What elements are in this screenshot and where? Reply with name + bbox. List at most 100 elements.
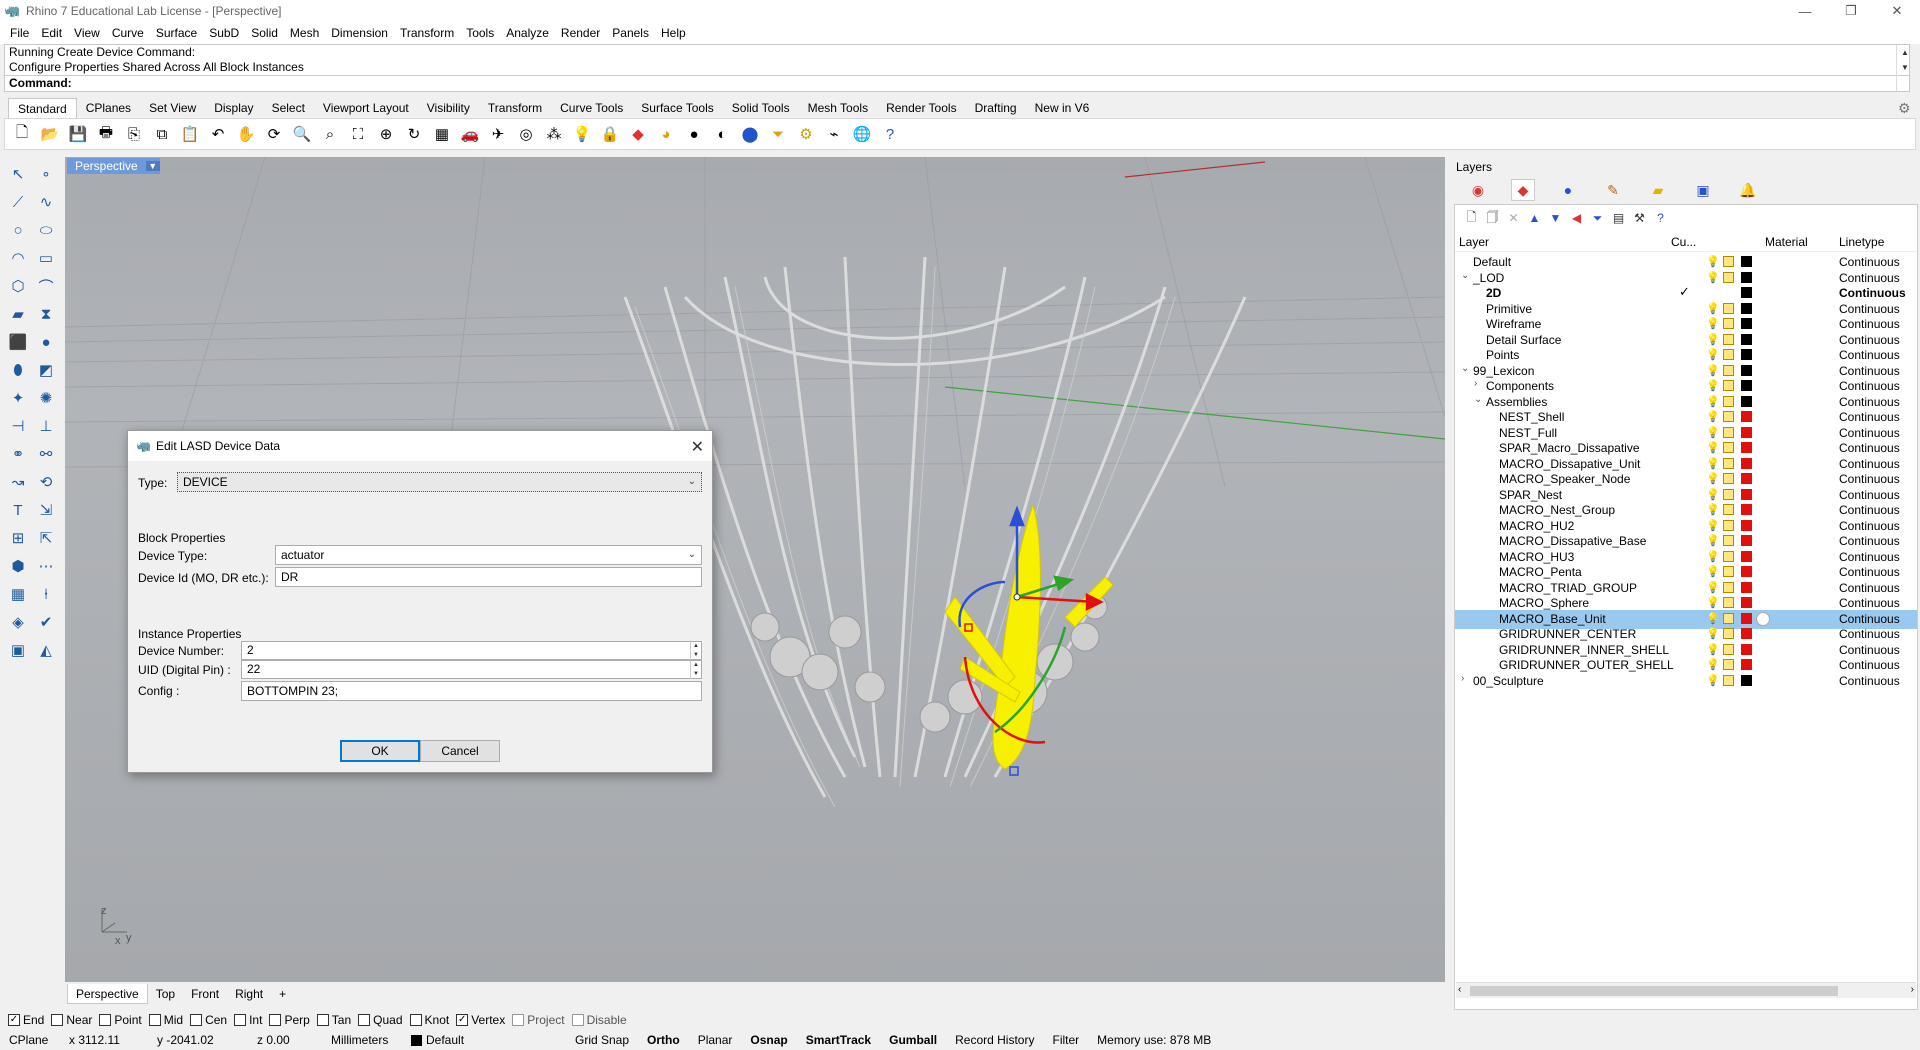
- curve-icon[interactable]: ∿: [32, 188, 60, 216]
- visibility-bulb-icon[interactable]: 💡: [1706, 395, 1720, 408]
- visibility-bulb-icon[interactable]: 💡: [1706, 271, 1720, 284]
- column-material[interactable]: Material: [1765, 235, 1808, 249]
- layer-color-swatch[interactable]: [1741, 674, 1752, 686]
- materials-icon[interactable]: ●: [1556, 179, 1580, 201]
- lock-icon[interactable]: [1723, 519, 1734, 531]
- layer-color-swatch[interactable]: [1741, 380, 1752, 391]
- layer-linetype[interactable]: Continuous: [1839, 317, 1900, 331]
- parent-icon[interactable]: ◀: [1568, 210, 1585, 227]
- copy-icon[interactable]: ⧉: [149, 121, 175, 147]
- analyze-icon[interactable]: ⍿: [32, 580, 60, 608]
- layer-color-swatch[interactable]: [1741, 457, 1752, 469]
- tab-solid-tools[interactable]: Solid Tools: [723, 98, 799, 118]
- surface-icon[interactable]: ▰: [4, 300, 32, 328]
- render-icon[interactable]: ◈: [4, 608, 32, 636]
- visibility-bulb-icon[interactable]: 💡: [1706, 643, 1720, 656]
- four-views-icon[interactable]: ▦: [429, 121, 455, 147]
- lock-icon[interactable]: [1723, 349, 1734, 360]
- new-sublayer-icon[interactable]: 🗍: [1484, 210, 1501, 227]
- type-select[interactable]: DEVICE ⌄: [177, 472, 702, 492]
- lock-icon[interactable]: [1723, 550, 1734, 562]
- layer-linetype[interactable]: Continuous: [1839, 379, 1900, 393]
- tab-render-tools[interactable]: Render Tools: [877, 98, 966, 118]
- document-icon[interactable]: ▤: [1610, 210, 1627, 227]
- color-wheel-icon[interactable]: ◉: [1466, 179, 1490, 201]
- layer-linetype[interactable]: Continuous: [1839, 348, 1900, 362]
- menu-dimension[interactable]: Dimension: [325, 26, 394, 40]
- layer-linetype[interactable]: Continuous: [1839, 519, 1900, 533]
- polyline-icon[interactable]: ⟋: [4, 188, 32, 216]
- gear-icon[interactable]: ⚙: [1898, 100, 1914, 116]
- layer-name[interactable]: 99_Lexicon: [1473, 364, 1534, 378]
- globe-icon[interactable]: 🌐: [849, 121, 875, 147]
- fillet-icon[interactable]: ⌒: [32, 272, 60, 300]
- checkbox[interactable]: [409, 1014, 422, 1026]
- layer-linetype[interactable]: Continuous: [1839, 302, 1900, 316]
- lock-icon[interactable]: [1723, 426, 1734, 438]
- osnap-vertex[interactable]: ✓ Vertex: [456, 1013, 505, 1027]
- visibility-bulb-icon[interactable]: 💡: [1706, 658, 1720, 671]
- layer-linetype[interactable]: Continuous: [1839, 550, 1900, 564]
- layer-color-swatch[interactable]: [1741, 302, 1752, 314]
- text-icon[interactable]: T: [4, 496, 32, 524]
- cylinder-icon[interactable]: ⬮: [4, 356, 32, 384]
- lock-icon[interactable]: [1723, 504, 1734, 515]
- column-layer[interactable]: Layer: [1459, 235, 1489, 249]
- group-icon[interactable]: ⚭: [4, 440, 32, 468]
- scroll-right-icon[interactable]: ›: [1911, 984, 1914, 995]
- viewport-title-tab[interactable]: Perspective ▼: [67, 158, 160, 174]
- layer-name[interactable]: MACRO_Penta: [1499, 565, 1582, 579]
- layer-linetype[interactable]: Continuous: [1839, 271, 1900, 285]
- close-button[interactable]: ✕: [1874, 0, 1920, 22]
- visibility-bulb-icon[interactable]: 💡: [1706, 596, 1720, 609]
- layer-icon[interactable]: ◆: [625, 121, 651, 147]
- rotate-icon[interactable]: ⟳: [261, 121, 287, 147]
- layer-name[interactable]: MACRO_Nest_Group: [1499, 503, 1615, 517]
- visibility-bulb-icon[interactable]: 💡: [1706, 488, 1720, 501]
- layer-name[interactable]: 00_Sculpture: [1473, 674, 1544, 688]
- ortho-toggle[interactable]: Ortho: [638, 1031, 689, 1050]
- lock-icon[interactable]: [1723, 442, 1734, 453]
- car-icon[interactable]: 🚗: [457, 121, 483, 147]
- minimize-button[interactable]: —: [1782, 0, 1828, 22]
- ellipse-icon[interactable]: ⬭: [32, 216, 60, 244]
- visibility-bulb-icon[interactable]: 💡: [1706, 441, 1720, 454]
- visibility-bulb-icon[interactable]: 💡: [1706, 426, 1720, 439]
- select-icon[interactable]: ↖: [4, 160, 32, 188]
- layer-linetype[interactable]: Continuous: [1839, 643, 1900, 657]
- osnap-project[interactable]: Project: [512, 1013, 565, 1027]
- lock-icon[interactable]: [1723, 411, 1734, 422]
- layer-linetype[interactable]: Continuous: [1839, 457, 1900, 471]
- layer-name[interactable]: MACRO_Speaker_Node: [1499, 472, 1630, 486]
- box-icon[interactable]: ⬛: [4, 328, 32, 356]
- checkbox[interactable]: [234, 1014, 247, 1026]
- layer-linetype[interactable]: Continuous: [1839, 441, 1900, 455]
- point-icon[interactable]: ∘: [32, 160, 60, 188]
- curve-tools-icon[interactable]: ⌁: [821, 121, 847, 147]
- layer-linetype[interactable]: Continuous: [1839, 674, 1900, 688]
- layer-linetype[interactable]: Continuous: [1839, 426, 1900, 440]
- zoom-window-icon[interactable]: ⌕: [317, 121, 343, 147]
- paint-icon[interactable]: ◭: [32, 636, 60, 664]
- chevron-down-icon[interactable]: ⌄: [1461, 363, 1471, 374]
- lock-icon[interactable]: [1723, 566, 1734, 577]
- checkbox[interactable]: [269, 1014, 282, 1026]
- tools-icon[interactable]: ⚒: [1631, 210, 1648, 227]
- chevron-right-icon[interactable]: ›: [1461, 673, 1471, 684]
- device-id-input[interactable]: DR: [275, 567, 702, 587]
- menu-solid[interactable]: Solid: [245, 26, 284, 40]
- lock-icon[interactable]: [1723, 659, 1734, 670]
- osnap-disable[interactable]: Disable: [571, 1013, 627, 1027]
- menu-render[interactable]: Render: [555, 26, 606, 40]
- join-icon[interactable]: ⊥: [32, 412, 60, 440]
- layer-linetype[interactable]: Continuous: [1839, 596, 1900, 610]
- device-number-stepper[interactable]: 2 ▲ ▼: [241, 641, 702, 660]
- move-icon[interactable]: ↝: [4, 468, 32, 496]
- mesh-icon[interactable]: ◩: [32, 356, 60, 384]
- tab-viewport-layout[interactable]: Viewport Layout: [314, 98, 418, 118]
- visibility-bulb-icon[interactable]: 💡: [1706, 348, 1720, 361]
- checkbox[interactable]: [358, 1014, 371, 1026]
- transform-icon[interactable]: ⊞: [4, 524, 32, 552]
- layer-name[interactable]: Components: [1486, 379, 1554, 393]
- add-viewport-tab-button[interactable]: +: [271, 984, 294, 1004]
